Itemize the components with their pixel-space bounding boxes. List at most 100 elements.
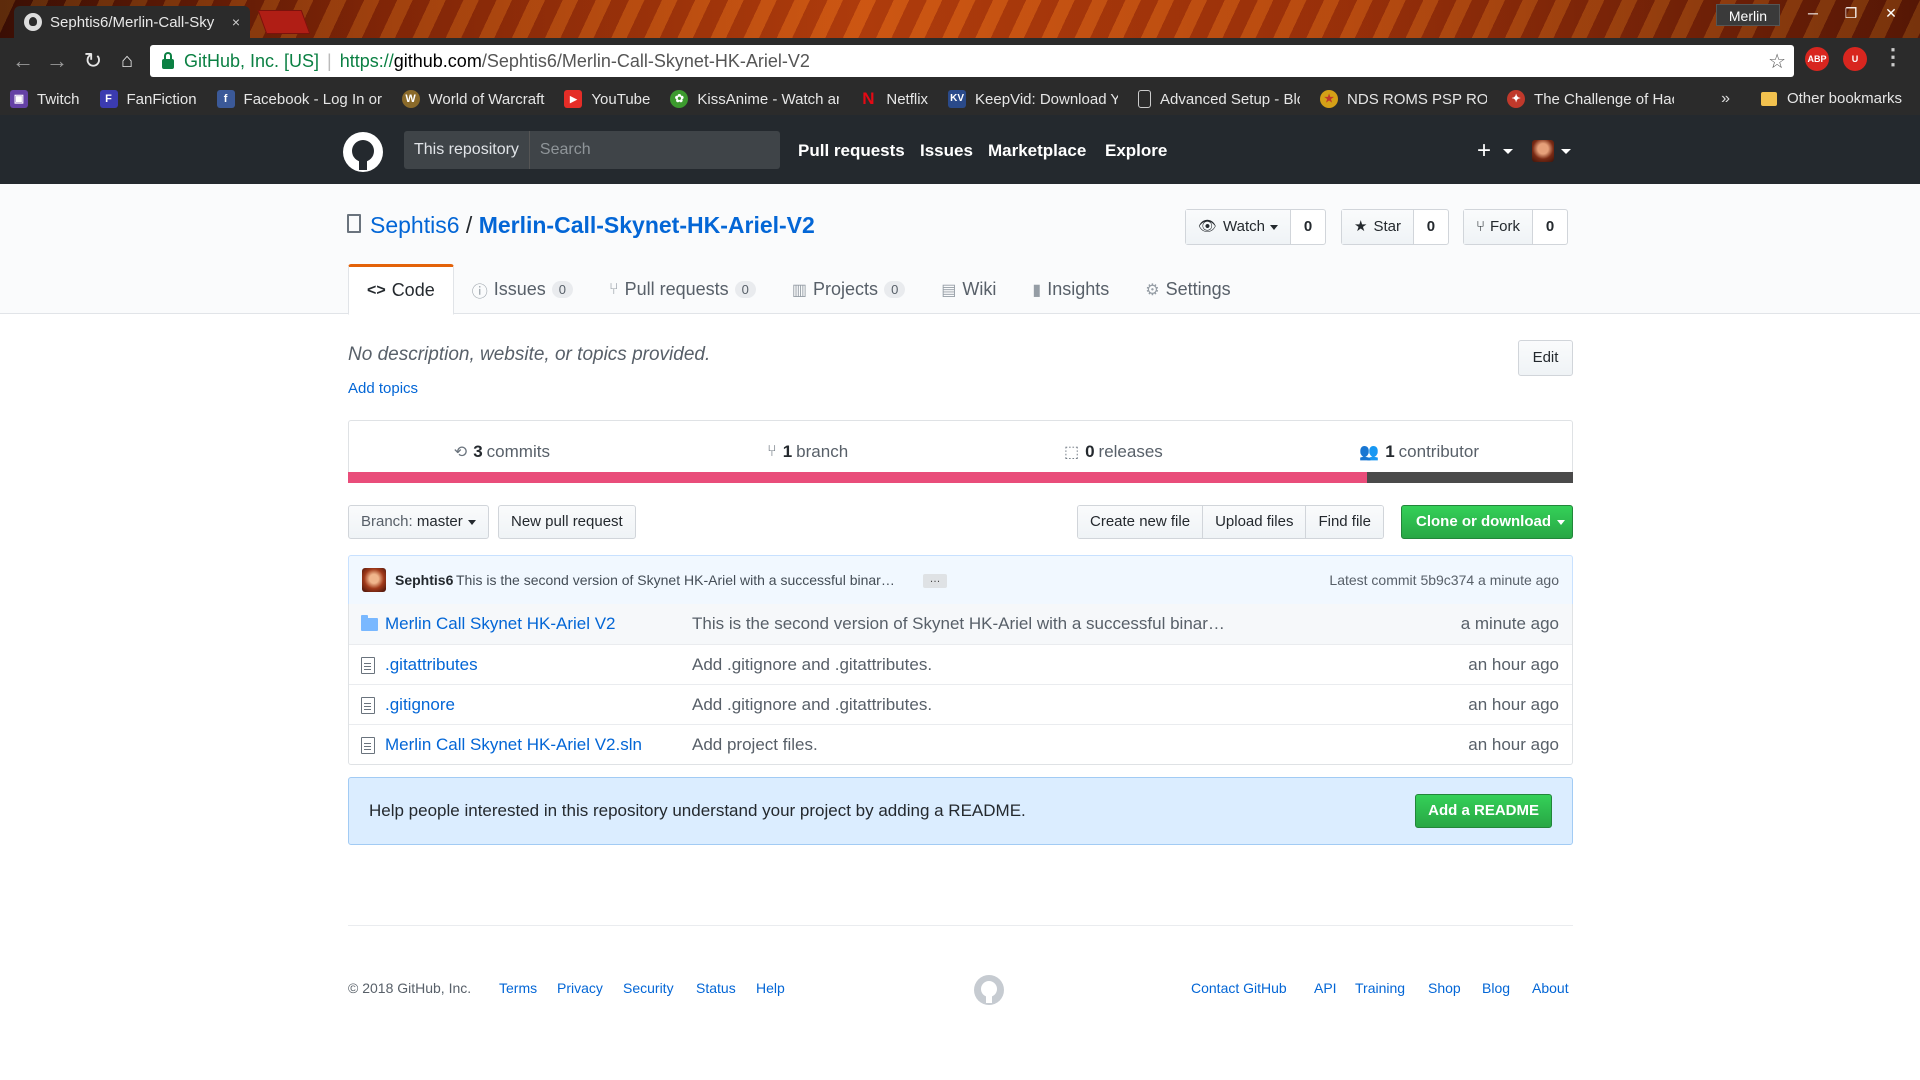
adblock-extension-icon[interactable]: ABP <box>1805 47 1829 71</box>
file-commit-message[interactable]: This is the second version of Skynet HK-… <box>692 614 1225 634</box>
search-input[interactable]: Search <box>530 131 591 169</box>
fork-count[interactable]: 0 <box>1533 210 1567 244</box>
bookmark-twitch[interactable]: ▣ Twitch <box>10 90 80 108</box>
repo-owner-link[interactable]: Sephtis6 <box>370 212 460 238</box>
edit-description-button[interactable]: Edit <box>1518 340 1573 376</box>
bookmark-keepvid[interactable]: KV KeepVid: Download Y <box>948 90 1118 108</box>
footer-link-privacy[interactable]: Privacy <box>557 980 603 996</box>
tab-settings[interactable]: ⚙ Settings <box>1127 264 1248 315</box>
back-arrow-icon[interactable]: ← <box>10 48 36 74</box>
home-icon[interactable]: ⌂ <box>114 48 140 74</box>
github-footer-logo-icon[interactable] <box>974 975 1004 1005</box>
bookmark-label: KissAnime - Watch ar <box>697 90 840 108</box>
close-window-button[interactable]: ✕ <box>1874 2 1908 24</box>
nav-explore[interactable]: Explore <box>1105 141 1167 161</box>
nav-pull-requests[interactable]: Pull requests <box>798 141 905 161</box>
bookmark-nds-roms[interactable]: ★ NDS ROMS PSP ROM <box>1320 90 1487 108</box>
tab-wiki[interactable]: ▤ Wiki <box>923 264 1014 315</box>
footer-link-status[interactable]: Status <box>696 980 736 996</box>
file-name-link[interactable]: Merlin Call Skynet HK-Ariel V2 <box>385 614 616 634</box>
bookmark-fanfiction[interactable]: F FanFiction <box>99 90 197 108</box>
file-row[interactable]: Merlin Call Skynet HK-Ariel V2.sln Add p… <box>349 724 1572 764</box>
clone-or-download-button[interactable]: Clone or download <box>1401 505 1573 539</box>
upload-files-button[interactable]: Upload files <box>1203 506 1307 538</box>
profile-button[interactable]: Merlin <box>1715 4 1780 26</box>
address-bar[interactable]: GitHub, Inc. [US] | https://github.com/S… <box>150 45 1794 77</box>
footer-link-contact[interactable]: Contact GitHub <box>1191 980 1287 996</box>
create-new-file-button[interactable]: Create new file <box>1078 506 1204 538</box>
footer-link-training[interactable]: Training <box>1355 980 1405 996</box>
minimize-button[interactable]: ─ <box>1796 2 1830 24</box>
repo-name-link[interactable]: Merlin-Call-Skynet-HK-Ariel-V2 <box>479 212 815 238</box>
footer-link-security[interactable]: Security <box>623 980 674 996</box>
user-avatar[interactable] <box>1532 140 1554 162</box>
watch-count[interactable]: 0 <box>1291 210 1325 244</box>
bookmark-label: FanFiction <box>126 90 197 108</box>
footer-link-terms[interactable]: Terms <box>499 980 537 996</box>
other-bookmarks[interactable]: Other bookmarks <box>1760 90 1902 107</box>
footer-link-api[interactable]: API <box>1314 980 1337 996</box>
commit-author-link[interactable]: Sephtis6 <box>395 572 453 588</box>
star-count[interactable]: 0 <box>1414 210 1448 244</box>
language-segment[interactable] <box>1367 472 1573 483</box>
tab-code[interactable]: <> Code <box>348 264 454 315</box>
tab-pull-requests[interactable]: ⑂ Pull requests 0 <box>591 264 774 315</box>
file-commit-message[interactable]: Add project files. <box>692 735 818 755</box>
latest-commit-info: Latest commit 5b9c374 a minute ago <box>1329 572 1559 588</box>
ublock-extension-icon[interactable]: U <box>1843 47 1867 71</box>
file-commit-message[interactable]: Add .gitignore and .gitattributes. <box>692 655 932 675</box>
footer-link-help[interactable]: Help <box>756 980 785 996</box>
footer-link-about[interactable]: About <box>1532 980 1569 996</box>
nav-issues[interactable]: Issues <box>920 141 973 161</box>
tab-close-icon[interactable]: × <box>232 14 240 30</box>
bookmark-star-icon[interactable]: ☆ <box>1768 49 1786 74</box>
file-name-link[interactable]: Merlin Call Skynet HK-Ariel V2.sln <box>385 735 642 755</box>
create-menu-caret-icon[interactable] <box>1503 149 1513 154</box>
new-tab-button[interactable] <box>257 10 311 34</box>
file-row[interactable]: .gitignore Add .gitignore and .gitattrib… <box>349 684 1572 724</box>
file-name-link[interactable]: .gitattributes <box>385 655 478 675</box>
create-new-plus-icon[interactable]: + <box>1477 137 1491 165</box>
add-readme-button[interactable]: Add a README <box>1415 794 1552 828</box>
find-file-button[interactable]: Find file <box>1306 506 1383 538</box>
footer-link-blog[interactable]: Blog <box>1482 980 1510 996</box>
fork-button[interactable]: ⑂ Fork <box>1464 210 1534 244</box>
github-octocat-logo-icon[interactable] <box>343 132 383 172</box>
tab-issues[interactable]: ⓘ Issues 0 <box>454 264 591 315</box>
branch-prefix: Branch: <box>361 513 413 530</box>
new-pull-request-button[interactable]: New pull request <box>498 505 636 539</box>
file-name-link[interactable]: .gitignore <box>385 695 455 715</box>
nav-marketplace[interactable]: Marketplace <box>988 141 1086 161</box>
user-menu-caret-icon[interactable] <box>1561 149 1571 154</box>
add-topics-link[interactable]: Add topics <box>348 380 418 397</box>
bookmark-warcraft[interactable]: W World of Warcraft <box>401 90 544 108</box>
expand-commit-message-button[interactable]: … <box>923 574 947 588</box>
commit-author-avatar[interactable] <box>362 568 386 592</box>
tab-insights[interactable]: ▮ Insights <box>1014 264 1127 315</box>
file-row[interactable]: Merlin Call Skynet HK-Ariel V2 This is t… <box>349 604 1572 644</box>
bookmark-kissanime[interactable]: ✿ KissAnime - Watch ar <box>670 90 839 108</box>
reload-icon[interactable]: ↻ <box>80 48 106 74</box>
bookmarks-overflow-chevron-icon[interactable]: » <box>1721 90 1730 108</box>
language-bar[interactable] <box>348 472 1573 483</box>
browser-menu-icon[interactable]: ⋮ <box>1882 44 1904 70</box>
tab-projects[interactable]: ▥ Projects 0 <box>774 264 923 315</box>
footer-link-shop[interactable]: Shop <box>1428 980 1461 996</box>
bookmark-facebook[interactable]: f Facebook - Log In or <box>216 90 382 108</box>
commit-message-link[interactable]: This is the second version of Skynet HK-… <box>456 572 895 588</box>
restore-button[interactable]: ❐ <box>1834 2 1868 24</box>
forward-arrow-icon[interactable]: → <box>44 48 70 74</box>
branch-select-button[interactable]: Branch: master <box>348 505 489 539</box>
bookmark-youtube[interactable]: ▶ YouTube <box>564 90 650 108</box>
star-button[interactable]: ★ Star <box>1342 210 1414 244</box>
bookmark-netflix[interactable]: N Netflix <box>859 90 928 108</box>
file-row[interactable]: .gitattributes Add .gitignore and .gitat… <box>349 644 1572 684</box>
browser-tab-active[interactable]: Sephtis6/Merlin-Call-Sky × <box>14 6 250 38</box>
bookmark-challenge-of-hacking[interactable]: ✦ The Challenge of Hac <box>1507 90 1674 108</box>
commit-sha-link[interactable]: 5b9c374 <box>1420 572 1474 588</box>
language-segment[interactable] <box>348 472 1368 483</box>
file-commit-message[interactable]: Add .gitignore and .gitattributes. <box>692 695 932 715</box>
bookmark-advanced-setup[interactable]: Advanced Setup - Blc <box>1138 90 1300 108</box>
repo-search[interactable]: This repository Search <box>404 131 780 169</box>
watch-button[interactable]: 👁 Watch <box>1186 210 1291 244</box>
